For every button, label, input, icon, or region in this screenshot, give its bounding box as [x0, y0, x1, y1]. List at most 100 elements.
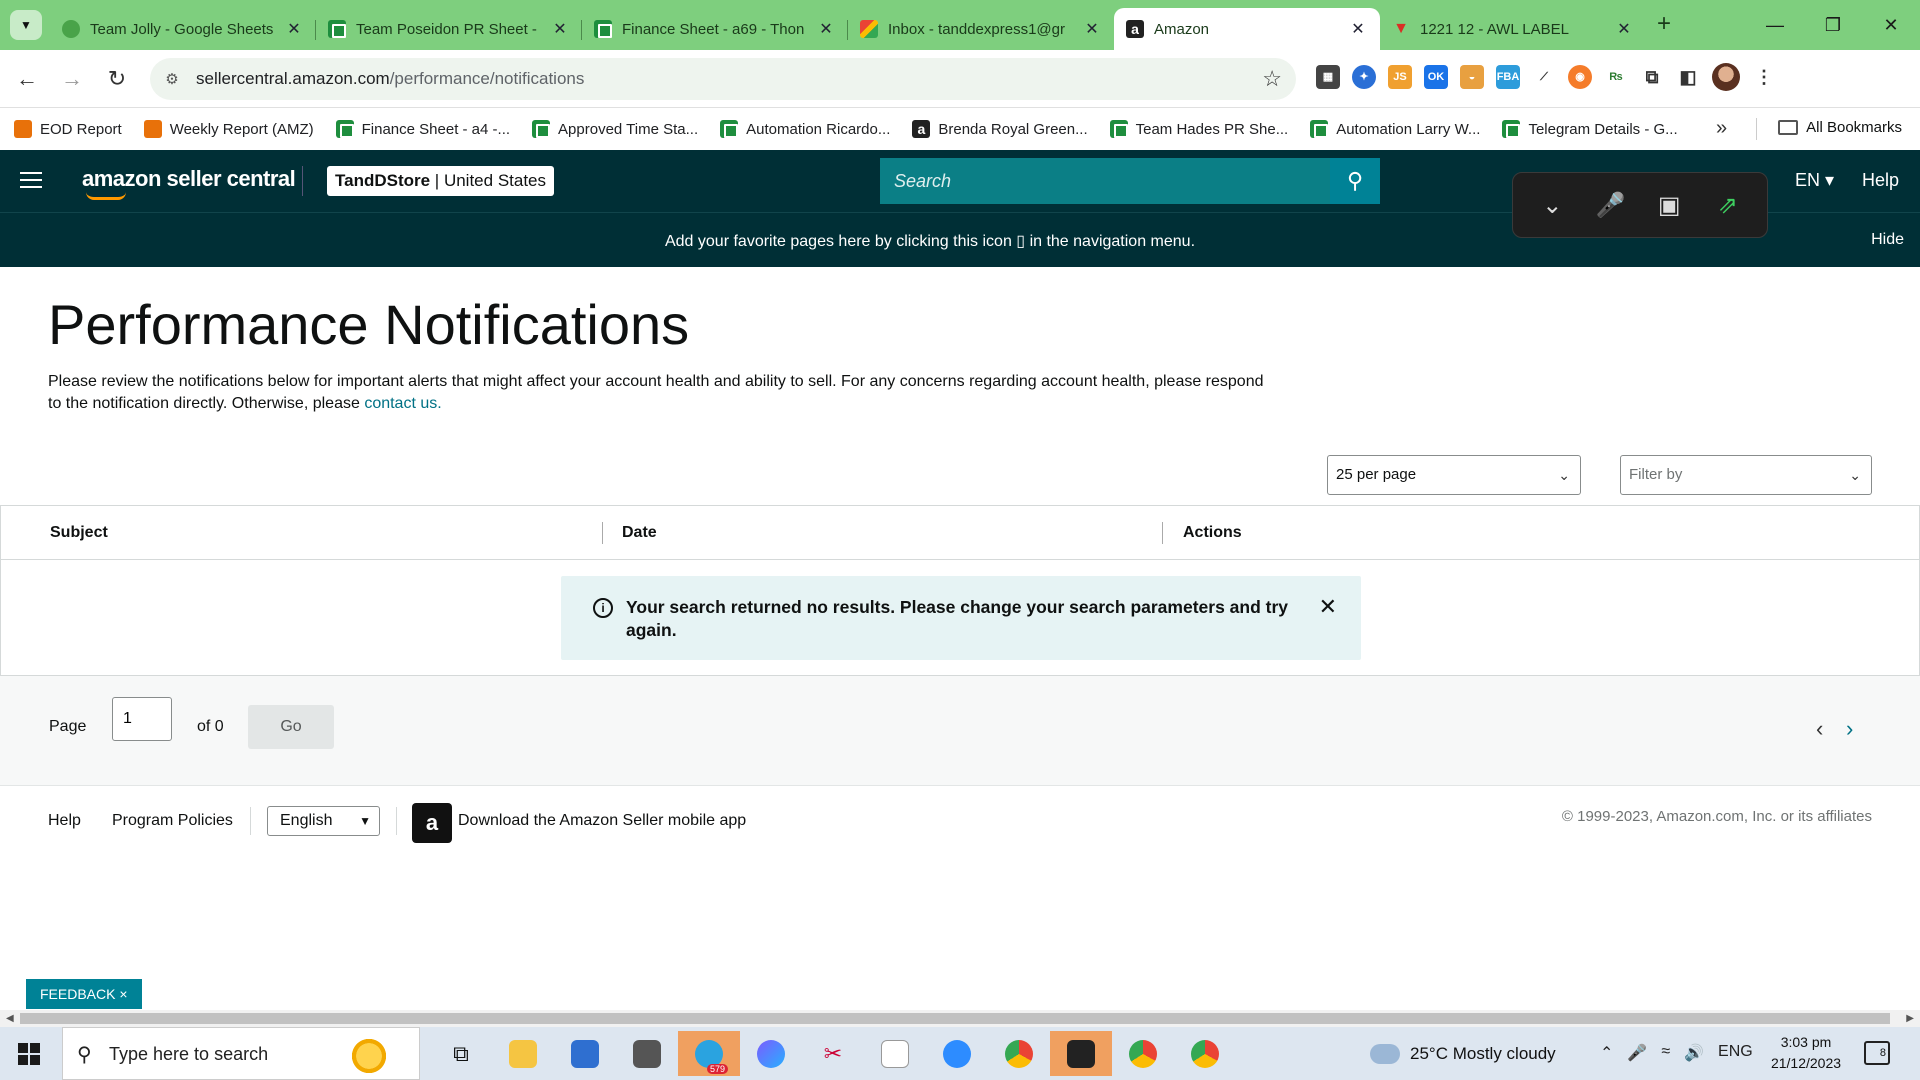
extension-icon[interactable]: ◒ — [1460, 65, 1484, 89]
minimize-icon[interactable]: — — [1746, 0, 1804, 50]
download-app-link[interactable]: Download the Amazon Seller mobile app — [458, 812, 746, 830]
bookmark-item[interactable]: a Brenda Royal Green... — [912, 120, 1088, 138]
qr-extension-icon[interactable]: ▦ — [1316, 65, 1340, 89]
js-extension-icon[interactable]: JS — [1388, 65, 1412, 89]
input-language[interactable]: ENG — [1718, 1043, 1753, 1063]
chevron-down-icon[interactable]: ⌄ — [1532, 191, 1572, 220]
wifi-icon[interactable]: ≈ — [1661, 1043, 1670, 1063]
windows-start-icon[interactable] — [18, 1043, 40, 1065]
forward-icon[interactable]: → — [57, 64, 87, 94]
bookmark-item[interactable]: Weekly Report (AMZ) — [143, 120, 314, 138]
mic-muted-icon[interactable]: 🎤 — [1591, 191, 1631, 220]
snipping-tool-icon[interactable]: ✂ — [802, 1031, 864, 1076]
contact-us-link[interactable]: contact us. — [364, 395, 441, 412]
amazon-seller-app-icon[interactable]: a — [412, 803, 452, 843]
bookmark-item[interactable]: Automation Ricardo... — [720, 120, 890, 138]
browser-tab[interactable]: Inbox - tanddexpress1@gr ✕ — [848, 8, 1114, 50]
menu-dots-icon[interactable]: ⋮ — [1752, 65, 1776, 89]
hide-button[interactable]: Hide — [1871, 231, 1904, 249]
chevron-left-icon[interactable]: ‹ — [1816, 716, 1823, 742]
task-view-icon[interactable]: ⧉ — [430, 1031, 492, 1076]
share-screen-icon[interactable]: ⇗ — [1708, 191, 1748, 220]
chevron-up-icon[interactable]: ⌃ — [1600, 1043, 1613, 1063]
fba-extension-icon[interactable]: FBA — [1496, 65, 1520, 89]
chrome-icon[interactable] — [988, 1031, 1050, 1076]
telegram-icon[interactable]: 579 — [678, 1031, 740, 1076]
new-tab-button[interactable]: + — [1650, 10, 1678, 38]
column-header-date[interactable]: Date — [622, 524, 657, 542]
language-selector[interactable]: EN ▾ — [1795, 170, 1834, 191]
bookmark-item[interactable]: EOD Report — [14, 120, 122, 138]
help-link[interactable]: Help — [1862, 170, 1899, 191]
all-bookmarks-button[interactable]: All Bookmarks — [1778, 119, 1902, 136]
program-policies-link[interactable]: Program Policies — [112, 812, 233, 830]
browser-tab-active[interactable]: a Amazon ✕ — [1114, 8, 1380, 50]
close-icon[interactable]: ✕ — [284, 19, 304, 39]
bookmark-item[interactable]: Finance Sheet - a4 -... — [335, 120, 510, 138]
hamburger-menu-icon[interactable] — [20, 172, 42, 193]
chevron-right-icon[interactable]: › — [1846, 716, 1853, 742]
footer-language-select[interactable]: English ▼ — [267, 806, 380, 836]
close-window-icon[interactable]: ✕ — [1862, 0, 1920, 50]
browser-tab[interactable]: Team Jolly - Google Sheets ✕ — [50, 8, 316, 50]
microphone-icon[interactable]: 🎤 — [1627, 1043, 1647, 1063]
zoom-icon[interactable] — [926, 1031, 988, 1076]
file-explorer-icon[interactable] — [492, 1031, 554, 1076]
back-icon[interactable]: ← — [12, 64, 42, 94]
extension-icon[interactable]: ⟋ — [1532, 65, 1556, 89]
ok-extension-icon[interactable]: OK — [1424, 65, 1448, 89]
speaker-icon[interactable]: 🔊 — [1684, 1043, 1704, 1063]
reload-icon[interactable]: ↻ — [102, 64, 132, 94]
profile-avatar[interactable] — [1712, 63, 1740, 91]
close-icon[interactable]: ✕ — [1348, 19, 1368, 39]
extension-icon[interactable]: ◉ — [1568, 65, 1592, 89]
close-icon[interactable]: ✕ — [1614, 19, 1634, 39]
taskbar-search[interactable]: ⚲ Type here to search — [62, 1027, 420, 1080]
bookmark-star-icon[interactable]: ☆ — [1262, 66, 1282, 92]
puzzle-icon[interactable]: ⧉ — [1640, 65, 1664, 89]
browser-tab[interactable]: Finance Sheet - a69 - Thon ✕ — [582, 8, 848, 50]
side-panel-icon[interactable]: ◧ — [1676, 65, 1700, 89]
close-icon[interactable]: ✕ — [1319, 594, 1337, 620]
filter-select[interactable]: Filter by ⌄ — [1620, 455, 1872, 495]
seller-central-logo[interactable]: amazon seller central — [82, 166, 296, 200]
footer-help-link[interactable]: Help — [48, 812, 81, 830]
extension-icon[interactable]: ✦ — [1352, 65, 1376, 89]
more-bookmarks-icon[interactable]: » — [1716, 117, 1727, 140]
store-selector[interactable]: TandDStore | United States — [327, 166, 555, 196]
bookmark-item[interactable]: Team Hades PR She... — [1109, 120, 1288, 138]
close-icon[interactable]: ✕ — [1082, 19, 1102, 39]
app-icon[interactable] — [864, 1031, 926, 1076]
horizontal-scrollbar[interactable]: ◀ ▶ — [0, 1010, 1920, 1027]
copilot-icon[interactable] — [740, 1031, 802, 1076]
restore-icon[interactable]: ❐ — [1804, 0, 1862, 50]
bookmark-item[interactable]: Telegram Details - G... — [1502, 120, 1678, 138]
mail-icon[interactable] — [554, 1031, 616, 1076]
column-header-subject[interactable]: Subject — [50, 524, 108, 542]
chrome-profile-icon[interactable] — [1112, 1031, 1174, 1076]
calculator-icon[interactable] — [616, 1031, 678, 1076]
tab-search-button[interactable]: ▼ — [10, 10, 42, 40]
scrollbar-thumb[interactable] — [20, 1013, 1890, 1024]
browser-tab[interactable]: Team Poseidon PR Sheet - ✕ — [316, 8, 582, 50]
page-number-input[interactable] — [112, 697, 172, 741]
video-camera-icon[interactable]: ▣ — [1649, 191, 1689, 220]
close-icon[interactable]: ✕ — [550, 19, 570, 39]
browser-tab[interactable]: ▼ 1221 12 - AWL LABEL ✕ — [1380, 8, 1646, 50]
address-bar[interactable]: ⚙ sellercentral.amazon.com/performance/n… — [150, 58, 1296, 100]
extension-icon[interactable]: ₨ — [1604, 65, 1628, 89]
bookmark-item[interactable]: Approved Time Sta... — [532, 120, 698, 138]
weather-widget[interactable]: 25°C Mostly cloudy — [1370, 1027, 1556, 1080]
search-button[interactable]: ⚲ — [1330, 158, 1380, 204]
chrome-profile-icon[interactable] — [1174, 1031, 1236, 1076]
scroll-left-icon[interactable]: ◀ — [6, 1010, 14, 1027]
sticky-notes-icon[interactable] — [1050, 1031, 1112, 1076]
go-button[interactable]: Go — [248, 705, 334, 749]
close-icon[interactable]: ✕ — [816, 19, 836, 39]
notification-center-icon[interactable]: 8 — [1864, 1041, 1890, 1065]
site-settings-icon[interactable]: ⚙ — [160, 70, 184, 88]
per-page-select[interactable]: 25 per page ⌄ — [1327, 455, 1581, 495]
scroll-right-icon[interactable]: ▶ — [1906, 1010, 1914, 1027]
feedback-button[interactable]: FEEDBACK × — [26, 979, 142, 1009]
search-input[interactable] — [880, 158, 1330, 204]
